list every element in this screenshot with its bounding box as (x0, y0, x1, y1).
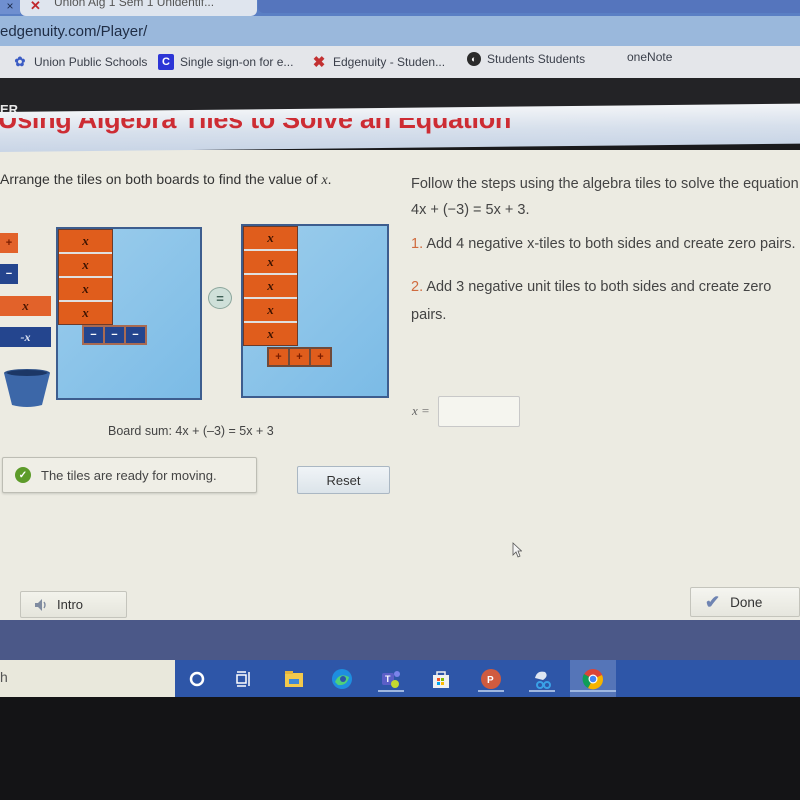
file-explorer-icon[interactable] (281, 666, 307, 692)
done-label: Done (730, 594, 763, 610)
snip-running-indicator (529, 690, 555, 692)
snip-sketch-icon[interactable] (529, 666, 555, 692)
right-board[interactable]: x x x x x + + + (241, 224, 389, 398)
taskbar-search-text: h (0, 669, 8, 685)
status-message-box: ✓ The tiles are ready for moving. (2, 457, 257, 493)
bookmark-union-public-schools[interactable]: ✿ Union Public Schools (12, 52, 148, 72)
x-tile[interactable]: x (244, 299, 297, 321)
positive-unit-tile[interactable]: + (290, 349, 309, 365)
x-tile[interactable]: x (244, 251, 297, 273)
palette-positive-x-tile[interactable]: x (0, 296, 51, 316)
palette-negative-x-tile[interactable]: -x (0, 327, 51, 347)
bookmark-label: Students Students (487, 52, 586, 66)
taskbar-search-box[interactable]: h (0, 660, 175, 697)
edgenuity-favicon-icon: ✕ (30, 0, 41, 13)
instruction-text: Arrange the tiles on both boards to find… (0, 171, 322, 187)
left-board[interactable]: x x x x − − − (56, 227, 202, 400)
screen: × ✕ Union Alg 1 Sem 1 Unidentif... edgen… (0, 0, 800, 800)
negative-unit-tile[interactable]: − (126, 327, 145, 343)
step-1: 1. Add 4 negative x-tiles to both sides … (411, 230, 800, 258)
bookmark-single-sign-on[interactable]: C Single sign-on for e... (158, 52, 293, 72)
address-bar[interactable]: edgenuity.com/Player/ (0, 16, 800, 46)
trash-bin-icon[interactable] (2, 368, 52, 408)
globe-icon: ◐ (467, 52, 481, 66)
union-schools-icon: ✿ (14, 54, 26, 69)
tab-title: Union Alg 1 Sem 1 Unidentif... (54, 0, 215, 9)
status-message: The tiles are ready for moving. (41, 467, 217, 483)
palette-positive-unit-tile[interactable]: + (0, 233, 18, 253)
palette-negative-unit-tile[interactable]: − (0, 264, 18, 284)
step-text: Add 4 negative x-tiles to both sides and… (423, 236, 796, 252)
edgenuity-x-icon: ✖ (312, 54, 326, 71)
left-x-tile-stack: x x x x (58, 229, 113, 325)
x-tile[interactable]: x (59, 230, 112, 252)
done-button[interactable]: ✔ Done (690, 587, 800, 617)
x-tile[interactable]: x (244, 275, 297, 297)
desktop-background (0, 620, 800, 660)
x-tile[interactable]: x (244, 227, 297, 249)
step-text: Add 3 negative unit tiles to both sides … (411, 279, 772, 323)
right-unit-tile-row: + + + (267, 347, 332, 367)
bookmark-onenote[interactable]: oneNote (604, 47, 672, 67)
reset-button[interactable]: Reset (297, 466, 390, 494)
x-tile[interactable]: x (244, 323, 297, 345)
step-number: 2. (411, 279, 424, 295)
answer-input[interactable] (438, 396, 520, 427)
board-sum: Board sum: 4x + (–3) = 5x + 3 (108, 424, 274, 438)
answer-label: x = (412, 403, 430, 418)
checkmark-icon: ✔ (705, 591, 721, 612)
step-number: 1. (411, 236, 424, 252)
left-unit-tile-row: − − − (82, 325, 147, 345)
positive-unit-tile[interactable]: + (269, 349, 288, 365)
browser-tab-strip: × ✕ Union Alg 1 Sem 1 Unidentif... (0, 0, 800, 16)
bookmark-students[interactable]: ◐ Students Students (467, 49, 585, 69)
edge-icon[interactable] (329, 666, 355, 692)
mouse-cursor-icon (512, 542, 522, 558)
cortana-icon[interactable] (184, 666, 210, 692)
svg-text:P: P (487, 675, 494, 686)
right-x-tile-stack: x x x x x (243, 226, 298, 346)
bookmark-label: Union Public Schools (34, 55, 148, 69)
tab-close-icon[interactable]: × (0, 0, 20, 14)
positive-unit-tile[interactable]: + (311, 349, 330, 365)
negative-unit-tile[interactable]: − (105, 327, 124, 343)
instruction-period: . (327, 171, 332, 187)
browser-tab-inactive[interactable] (258, 0, 800, 13)
teams-icon[interactable]: T (378, 666, 404, 692)
task-view-icon[interactable] (230, 666, 256, 692)
store-icon[interactable] (428, 666, 454, 692)
intro-button[interactable]: Intro (20, 591, 127, 618)
bookmark-label: Single sign-on for e... (180, 55, 294, 69)
chrome-running-indicator (570, 690, 616, 692)
activity-instruction: Arrange the tiles on both boards to find… (0, 171, 332, 189)
x-tile[interactable]: x (59, 302, 112, 324)
intro-label: Intro (57, 597, 84, 612)
url-text[interactable]: edgenuity.com/Player/ (0, 23, 147, 40)
bookmark-edgenuity[interactable]: ✖ Edgenuity - Studen... (311, 52, 445, 72)
svg-text:T: T (385, 674, 391, 684)
x-tile[interactable]: x (59, 254, 112, 276)
x-tile[interactable]: x (59, 278, 112, 300)
monitor-bezel (0, 697, 800, 800)
browser-tab-active[interactable]: ✕ Union Alg 1 Sem 1 Unidentif... (20, 0, 257, 16)
bookmark-label: Edgenuity - Studen... (333, 55, 446, 69)
speaker-icon (35, 598, 46, 611)
windows-taskbar: h T P (0, 660, 800, 697)
powerpoint-running-indicator (478, 690, 504, 692)
classlink-c-icon: C (158, 54, 174, 70)
bookmark-label: oneNote (627, 50, 673, 64)
teams-running-indicator (378, 690, 404, 692)
check-circle-icon: ✓ (15, 467, 31, 483)
powerpoint-icon[interactable]: P (478, 666, 504, 692)
bookmarks-bar: ✿ Union Public Schools C Single sign-on … (0, 46, 800, 78)
steps-intro: Follow the steps using the algebra tiles… (411, 176, 799, 218)
negative-unit-tile[interactable]: − (84, 327, 103, 343)
chrome-icon[interactable] (570, 666, 616, 692)
step-2: 2. Add 3 negative unit tiles to both sid… (411, 273, 800, 329)
steps-panel: Follow the steps using the algebra tiles… (411, 171, 800, 344)
onenote-icon (604, 49, 621, 66)
equals-sign-icon: = (208, 287, 232, 309)
